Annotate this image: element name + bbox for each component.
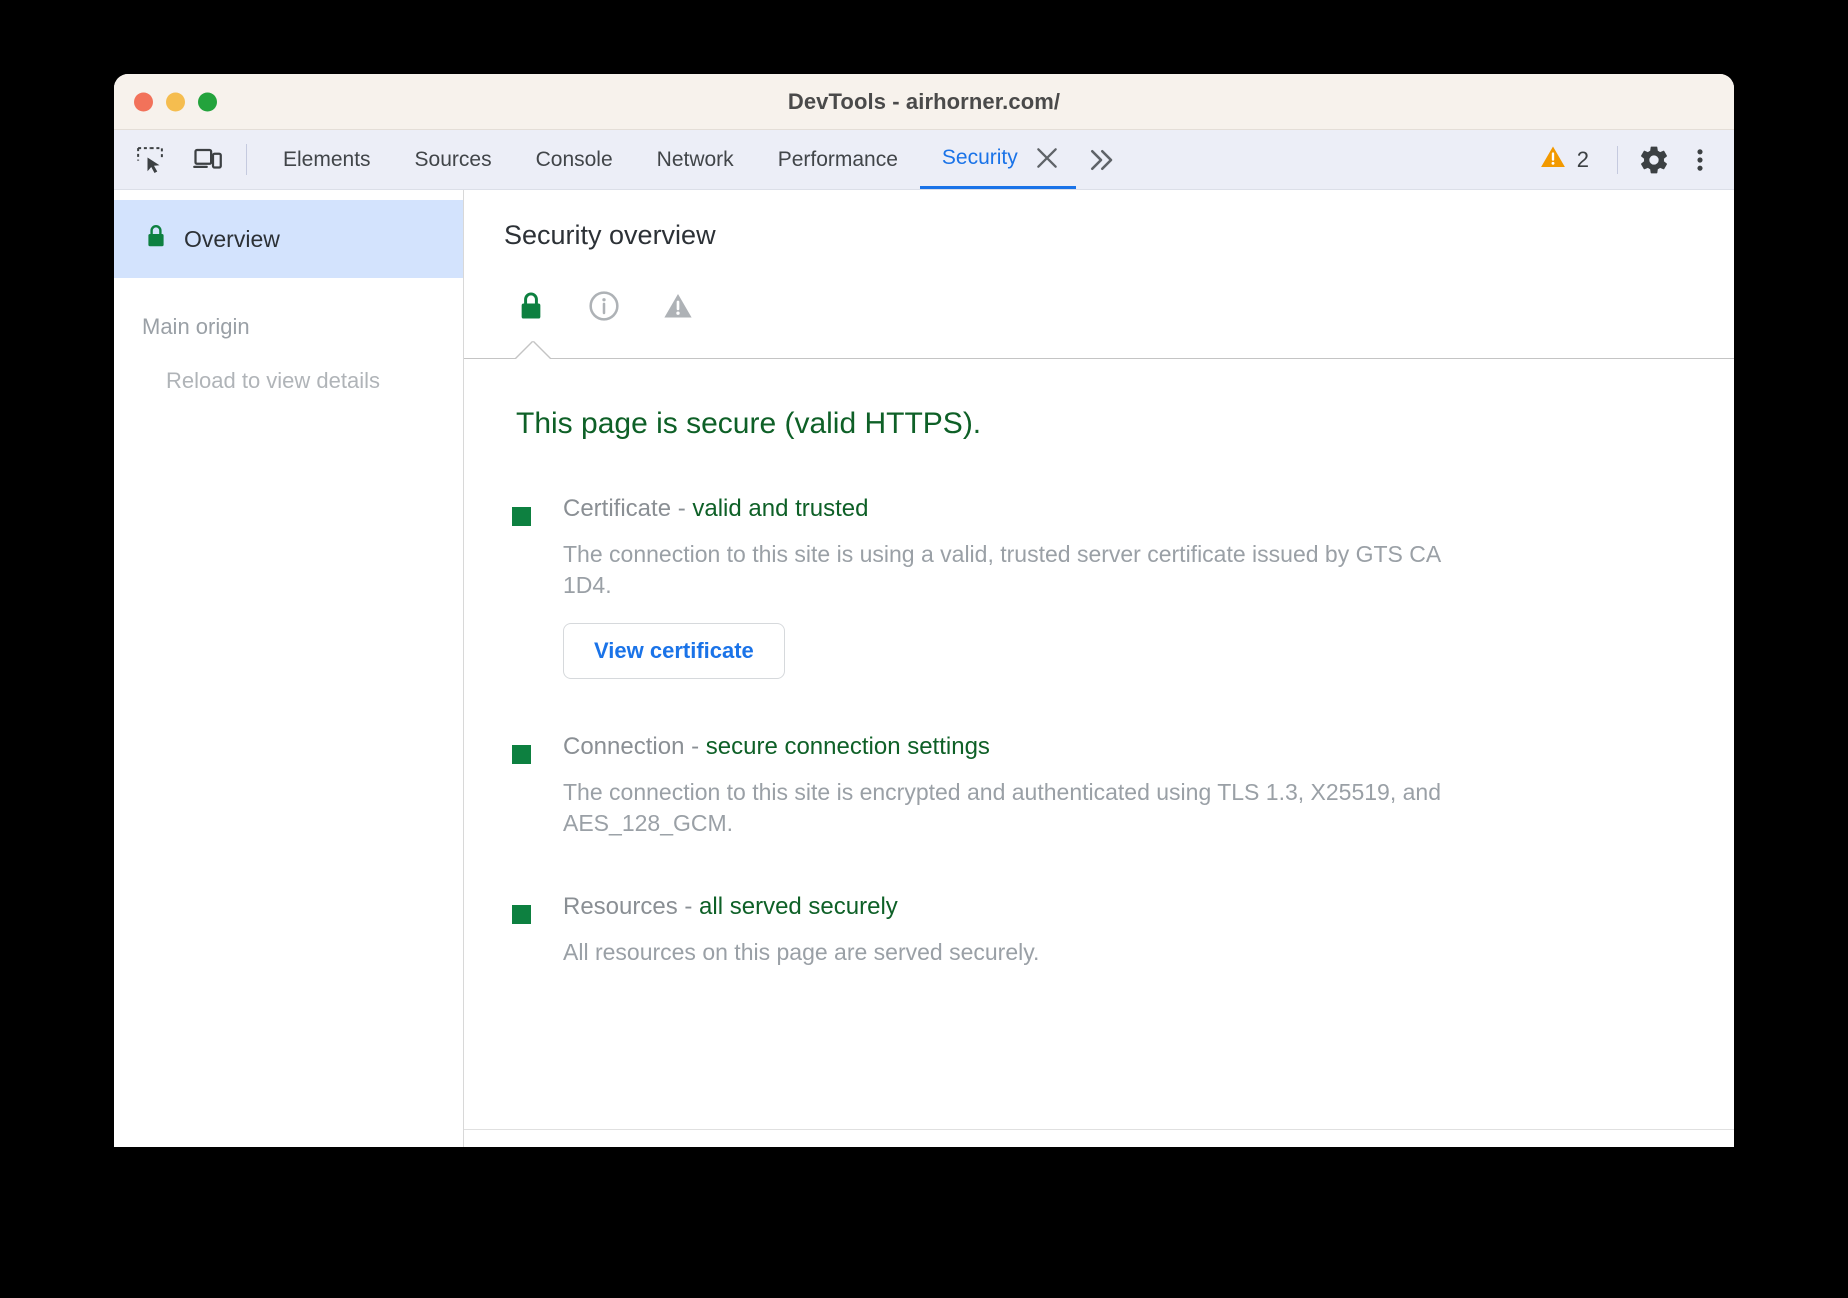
warning-count: 2 <box>1577 147 1589 173</box>
section-heading: Resources - all served securely <box>563 893 1039 921</box>
security-section-certificate: Certificate - valid and trusted The conn… <box>464 495 1734 679</box>
warning-badge[interactable]: 2 <box>1527 143 1601 176</box>
lock-icon[interactable] <box>516 290 546 322</box>
tab-network[interactable]: Network <box>635 130 756 189</box>
section-body: Resources - all served securely All reso… <box>563 893 1039 968</box>
status-square-icon <box>512 745 531 764</box>
devtools-body: Overview Main origin Reload to view deta… <box>114 190 1734 1147</box>
gear-icon[interactable] <box>1634 140 1674 180</box>
section-label: Certificate - <box>563 495 692 522</box>
sidebar-reload-hint[interactable]: Reload to view details <box>114 368 463 394</box>
security-section-resources: Resources - all served securely All reso… <box>464 893 1734 968</box>
traffic-light-buttons <box>134 92 217 111</box>
devtools-tab-bar: Elements Sources Console Network Perform… <box>114 130 1734 190</box>
summary-divider <box>464 343 1734 359</box>
warning-triangle-icon <box>1539 143 1567 176</box>
section-label: Resources - <box>563 893 699 920</box>
section-label: Connection - <box>563 733 706 760</box>
maximize-window-button[interactable] <box>198 92 217 111</box>
devtools-window: DevTools - airhorner.com/ <box>114 74 1734 1147</box>
window-title: DevTools - airhorner.com/ <box>788 89 1060 115</box>
section-description: All resources on this page are served se… <box>563 937 1039 968</box>
sidebar-group-main-origin: Main origin <box>114 314 463 340</box>
security-overview-panel: Security overview <box>464 190 1734 1147</box>
status-square-icon <box>512 507 531 526</box>
tab-performance[interactable]: Performance <box>756 130 920 189</box>
tab-sources[interactable]: Sources <box>393 130 514 189</box>
toolbar-divider <box>246 144 247 175</box>
section-state: all served securely <box>699 893 898 920</box>
section-body: Certificate - valid and trusted The conn… <box>563 495 1463 679</box>
selected-summary-caret-icon <box>516 342 550 359</box>
tab-elements[interactable]: Elements <box>261 130 393 189</box>
tab-security[interactable]: Security <box>920 130 1028 189</box>
section-state: valid and trusted <box>692 495 868 522</box>
lock-icon <box>144 223 168 255</box>
section-heading: Connection - secure connection settings <box>563 733 1463 761</box>
status-square-icon <box>512 905 531 924</box>
sidebar-item-overview[interactable]: Overview <box>114 200 463 278</box>
toolbar-right-icons: 2 <box>1527 130 1734 189</box>
title-bar: DevTools - airhorner.com/ <box>114 74 1734 130</box>
warning-triangle-icon[interactable] <box>662 290 694 322</box>
inspect-element-icon[interactable] <box>130 140 170 180</box>
chevron-double-right-icon[interactable] <box>1076 130 1126 189</box>
security-summary-icons <box>464 277 1734 335</box>
section-description: The connection to this site is encrypted… <box>563 777 1463 839</box>
kebab-menu-icon[interactable] <box>1680 140 1720 180</box>
tab-console[interactable]: Console <box>514 130 635 189</box>
page-title: Security overview <box>464 220 1734 251</box>
toolbar-divider-right <box>1617 146 1618 174</box>
section-state: secure connection settings <box>706 733 990 760</box>
divider-line <box>464 358 1734 359</box>
section-body: Connection - secure connection settings … <box>563 733 1463 839</box>
info-circle-icon[interactable] <box>588 290 620 322</box>
panel-tabs: Elements Sources Console Network Perform… <box>261 130 1734 189</box>
minimize-window-button[interactable] <box>166 92 185 111</box>
panel-bottom-divider <box>464 1129 1734 1130</box>
security-sidebar: Overview Main origin Reload to view deta… <box>114 190 464 1147</box>
section-heading: Certificate - valid and trusted <box>563 495 1463 523</box>
close-window-button[interactable] <box>134 92 153 111</box>
device-toolbar-icon[interactable] <box>188 140 228 180</box>
section-description: The connection to this site is using a v… <box>563 539 1463 601</box>
security-headline: This page is secure (valid HTTPS). <box>464 407 1734 441</box>
toolbar-left-icons <box>114 130 228 189</box>
view-certificate-button[interactable]: View certificate <box>563 623 785 679</box>
close-icon[interactable] <box>1028 130 1076 189</box>
sidebar-item-overview-label: Overview <box>184 226 280 253</box>
security-section-connection: Connection - secure connection settings … <box>464 733 1734 839</box>
